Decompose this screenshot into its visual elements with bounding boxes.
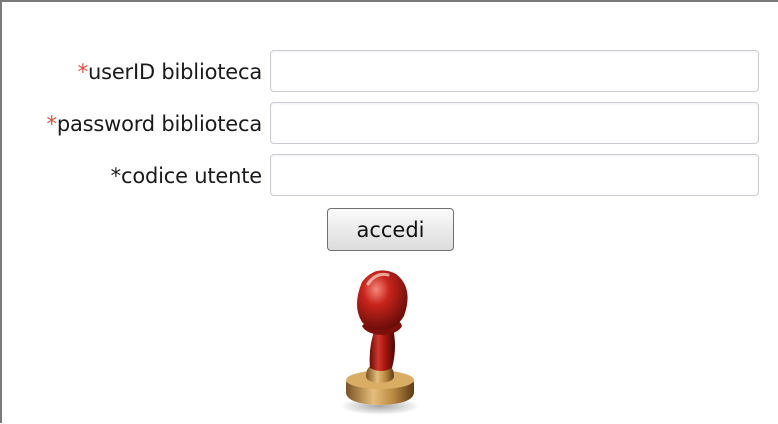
codice-utente-input[interactable] bbox=[270, 154, 759, 196]
codice-utente-label-text: codice utente bbox=[120, 164, 262, 188]
rubber-stamp-icon bbox=[332, 260, 432, 420]
password-input[interactable] bbox=[270, 102, 759, 144]
userid-row: *userID biblioteca bbox=[2, 50, 778, 94]
password-label-text: password biblioteca bbox=[56, 112, 262, 136]
required-marker: * bbox=[110, 164, 122, 188]
login-panel: *userID biblioteca *password biblioteca … bbox=[0, 0, 778, 423]
required-marker: * bbox=[77, 60, 89, 84]
userid-label-text: userID biblioteca bbox=[87, 60, 262, 84]
codice-utente-label: *codice utente bbox=[110, 164, 263, 188]
codice-utente-row: *codice utente bbox=[2, 154, 778, 198]
userid-input[interactable] bbox=[270, 50, 759, 92]
required-marker: * bbox=[46, 112, 58, 136]
password-label: *password biblioteca bbox=[46, 112, 263, 136]
userid-label: *userID biblioteca bbox=[77, 60, 263, 84]
password-row: *password biblioteca bbox=[2, 102, 778, 146]
accedi-button[interactable]: accedi bbox=[327, 208, 454, 251]
